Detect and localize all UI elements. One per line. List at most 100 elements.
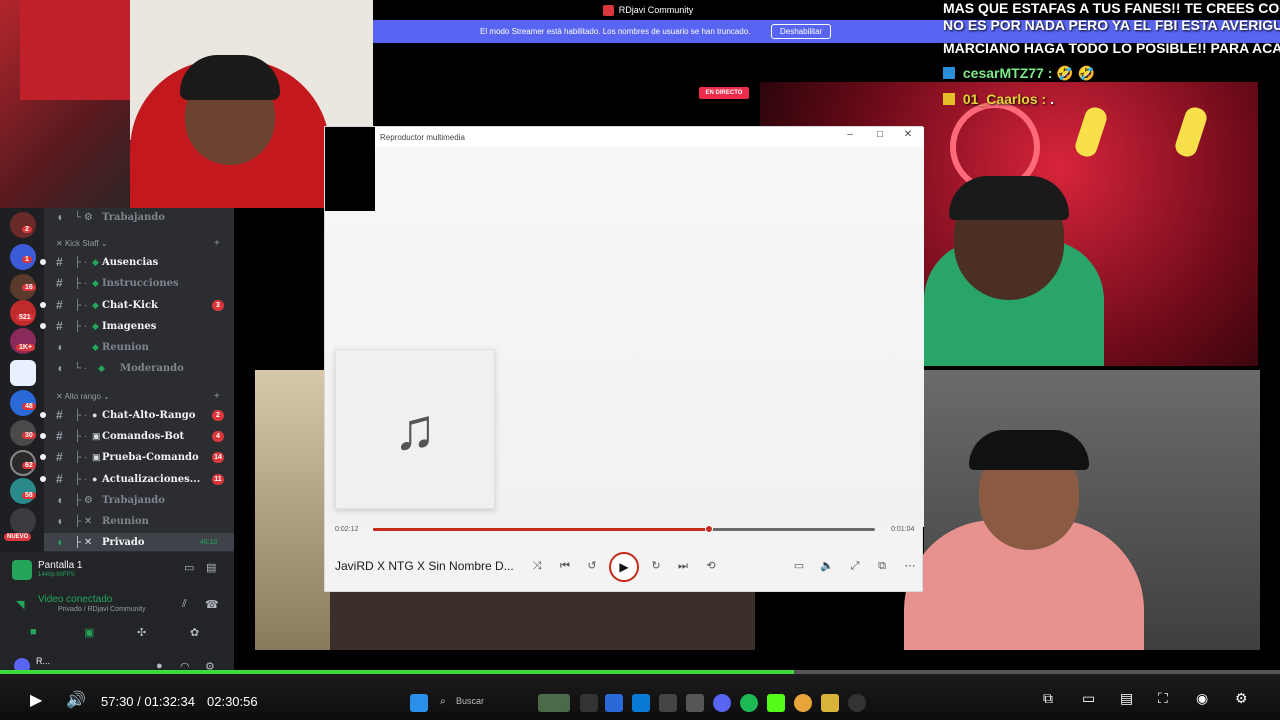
channel-chat-alto-rango[interactable]: # ├ · ● Chat-Alto-Rango 2 [40,406,234,424]
clip-icon[interactable]: ◉ [1196,690,1208,707]
tree-line: ├ · [74,409,88,421]
background-strip [325,127,375,211]
repeat-icon[interactable]: ⟲ [700,557,722,575]
server-icon[interactable] [10,212,36,238]
previous-icon[interactable]: ⏮ [554,557,576,575]
settings-gear-icon[interactable]: ⚙ [1235,690,1248,707]
channel-comandos-bot[interactable]: # ├ · ▣ Comandos-Bot 4 [40,427,234,445]
mention-badge: 3 [212,299,224,311]
stream-tile-room[interactable] [904,370,1260,650]
noise-icon[interactable]: ⫽ [182,598,187,611]
server-icon[interactable] [10,478,36,504]
seek-bar-thumb[interactable] [705,525,714,533]
miniplayer-icon[interactable]: ⧉ [871,557,893,575]
fullscreen-icon[interactable]: ⛶ [1158,690,1168,707]
kick-icon[interactable] [767,694,785,712]
tree-line: └ · [74,362,88,374]
voice-location: Privado / RDjavi Community [58,606,146,613]
chat-message: MAS QUE ESTAFAS A TUS FANES!! TE CREES C… [943,0,1280,16]
taskbar-search[interactable]: Buscar [456,696,484,706]
mention-badge: 4 [212,430,224,442]
activities-icon[interactable]: ✣ [137,626,146,639]
new-badge: NUEVO [4,533,32,541]
disable-streamer-button[interactable]: Deshabilitar [771,24,832,39]
volume-icon[interactable]: 🔈 [816,557,838,575]
widgets-icon[interactable] [538,694,570,712]
voice-channel-privado[interactable]: ◖ ├ ✕ Privado 46:10 [44,533,234,551]
forward-icon[interactable]: ↻ [645,557,667,575]
spotify-icon[interactable] [740,694,758,712]
tree-line: ├ · [74,277,88,289]
windows-start-icon[interactable] [410,694,428,712]
maximize-icon[interactable]: □ [870,129,890,140]
app-icon[interactable] [605,694,623,712]
shield-icon: ◆ [92,277,99,288]
screen-icon[interactable]: ▣ [84,626,94,639]
server-icon[interactable] [10,300,36,326]
unread-dot [40,259,46,265]
seek-bar[interactable] [373,525,875,533]
category-alto-rango[interactable]: ✕ Alto rango ⌄ [56,392,110,401]
remaining-time: 0:01:04 [891,526,915,533]
app-icon[interactable] [632,694,650,712]
miniplayer-icon[interactable]: ⧉ [1043,690,1053,707]
channel-actualizaciones[interactable]: # ├ · ● Actualizaciones... 11 [40,470,234,488]
theater-icon[interactable]: ▭ [1082,690,1095,707]
voice-channel-reunion-2[interactable]: ◖ ├ ✕ Reunion [44,512,234,530]
volume-icon[interactable]: 🔊 [66,690,86,710]
voice-channel-trabajando-2[interactable]: ◖ ├ ⚙ Trabajando [44,491,234,509]
captions-icon[interactable]: ▤ [1120,690,1133,707]
popout-icon[interactable]: ▭ [184,561,194,574]
discord-icon[interactable] [713,694,731,712]
unread-dot [40,454,46,460]
stream-tile-green[interactable] [924,176,1104,366]
voice-channel-reunion[interactable]: ◖ ◆ Reunion [44,338,234,356]
captions-icon[interactable]: ▭ [788,557,810,575]
play-button[interactable]: ▶ [609,552,639,582]
disconnect-icon[interactable]: ☎ [205,598,219,611]
chrome-icon[interactable] [794,694,812,712]
chat-message: MARCIANO HAGA TODO LO POSIBLE!! PARA ACA… [943,40,1280,56]
media-player-icon[interactable] [848,694,866,712]
channel-ausencias[interactable]: # ├ · ◆ Ausencias [40,253,234,271]
tree-line: ├ · [74,451,88,463]
soundboard-icon[interactable]: ✿ [190,626,199,639]
next-icon[interactable]: ⏭ [672,557,694,575]
channel-prueba-comando[interactable]: # ├ · ▣ Prueba-Comando 14 [40,448,234,466]
banana-icon [1072,104,1110,160]
task-view-icon[interactable] [580,694,598,712]
app-icon[interactable] [686,694,704,712]
category-kick-staff[interactable]: ✕ Kick Staff ⌄ [56,239,108,248]
channel-instrucciones[interactable]: # ├ · ◆ Instrucciones [44,274,234,292]
close-icon[interactable]: ✕ [898,129,918,140]
voice-timer: 46:10 [200,538,218,546]
server-icon[interactable] [10,508,36,534]
stream-tile-bottom[interactable] [330,592,755,650]
server-icon-trio[interactable] [10,360,36,386]
app-icon[interactable] [659,694,677,712]
channel-chat-kick[interactable]: # ├ · ◆ Chat-Kick 3 [40,296,234,314]
settings-stream-icon[interactable]: ▤ [206,561,216,574]
shuffle-icon[interactable]: ⤨ [526,557,548,575]
voice-channel-moderando[interactable]: ◖ └ · ◆ Moderando [44,359,234,377]
streamer-beanie [180,55,280,100]
channel-label: Imagenes [102,320,157,332]
music-note-icon: ♫ [393,396,437,462]
channel-label: Reunion [102,341,149,353]
minimize-icon[interactable]: – [840,129,860,140]
media-player-titlebar[interactable]: Reproductor multimedia – □ ✕ [375,127,924,147]
camera-icon[interactable]: ■ [30,626,37,638]
folder-icon[interactable] [821,694,839,712]
voice-channel-trabajando[interactable]: ◖ └ ⚙ Trabajando [44,208,234,226]
rewind-icon[interactable]: ↺ [581,557,603,575]
chat-text: 🤣 🤣 [1056,65,1096,81]
add-channel-icon[interactable]: + [214,391,220,402]
search-icon[interactable]: ⌕ [440,696,446,707]
add-channel-icon[interactable]: + [214,238,220,249]
channel-imagenes[interactable]: # ├ · ◆ Imagenes [40,317,234,335]
more-options-icon[interactable]: ⋯ [899,557,921,575]
play-icon[interactable]: ▶ [30,690,42,710]
channel-label: Comandos-Bot [102,430,185,442]
unread-dot [40,476,46,482]
fullscreen-icon[interactable]: ⤢ [844,557,866,575]
